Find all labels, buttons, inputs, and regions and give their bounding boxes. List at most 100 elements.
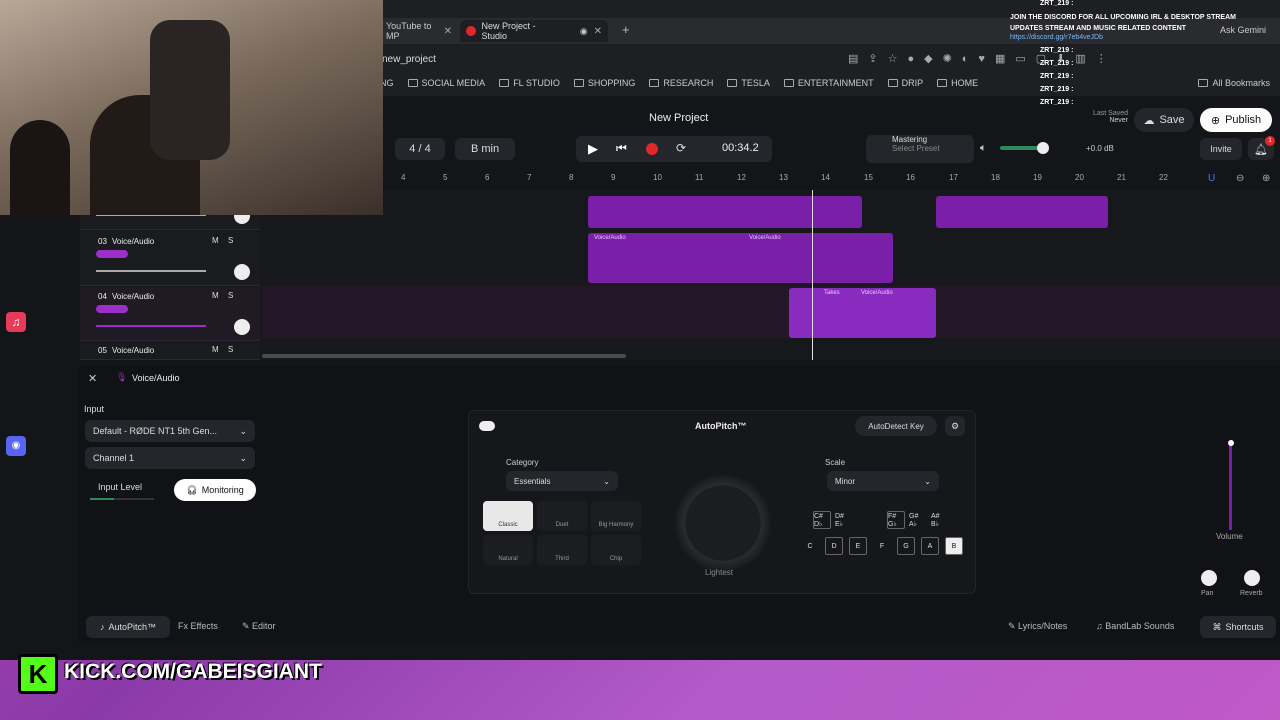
style-natural[interactable]: Natural xyxy=(483,535,533,565)
command-icon: ⌘ xyxy=(1212,621,1222,632)
key-b[interactable]: B xyxy=(945,537,963,555)
solo-button[interactable]: S xyxy=(228,236,233,245)
horizontal-scrollbar[interactable] xyxy=(262,354,626,358)
volume-fader-handle[interactable] xyxy=(1228,440,1234,446)
key-selector[interactable]: B min xyxy=(455,138,515,160)
volume-slider[interactable] xyxy=(96,325,206,327)
reverb-knob[interactable] xyxy=(1244,570,1260,586)
save-button[interactable]: ☁ Save xyxy=(1134,108,1194,132)
loop-icon[interactable]: ⟳ xyxy=(676,141,686,155)
bookmark-folder[interactable]: SHOPPING xyxy=(573,78,635,88)
volume-knob[interactable] xyxy=(1037,142,1049,154)
record-button[interactable] xyxy=(646,143,658,155)
new-tab-icon[interactable]: + xyxy=(622,22,630,37)
bandlab-sounds-button[interactable]: ♫ BandLab Sounds xyxy=(1096,621,1174,631)
track-header[interactable]: 05 Voice/Audio M S xyxy=(80,342,260,360)
fx-badge[interactable] xyxy=(96,305,128,313)
bookmark-folder[interactable]: DRIP xyxy=(887,78,923,88)
key-a-sharp[interactable]: A# B♭ xyxy=(931,511,949,529)
solo-button[interactable]: S xyxy=(228,345,233,354)
pan-knob[interactable] xyxy=(234,264,250,280)
settings-icon[interactable]: ⚙ xyxy=(945,416,965,436)
style-classic[interactable]: Classic xyxy=(483,501,533,531)
rewind-icon[interactable]: ⏮ xyxy=(616,141,627,156)
tab-youtube[interactable]: YouTube to MP ✕ xyxy=(380,20,458,42)
track-name[interactable]: Voice/Audio xyxy=(112,237,154,246)
track-header[interactable]: 03 Voice/Audio M S xyxy=(80,232,260,286)
channel-select[interactable]: Channel 1 ⌄ xyxy=(85,447,255,469)
style-duet[interactable]: Duet xyxy=(537,501,587,531)
key-a[interactable]: A xyxy=(921,537,939,555)
fx-badge[interactable] xyxy=(96,250,128,258)
shortcuts-button[interactable]: ⌘ Shortcuts xyxy=(1200,616,1276,638)
time-signature[interactable]: 4 / 4 xyxy=(395,138,445,160)
volume-slider[interactable] xyxy=(96,270,206,272)
key-f[interactable]: F xyxy=(873,537,891,555)
lyrics-notes-button[interactable]: ✎ Lyrics/Notes xyxy=(1008,621,1067,632)
audio-clip[interactable]: Voice/Audio Voice/Audio xyxy=(588,233,893,283)
tab-label: New Project - Studio xyxy=(481,21,536,41)
key-c[interactable]: C xyxy=(801,537,819,555)
pen-icon: ✎ xyxy=(1008,621,1019,631)
play-icon[interactable]: ▶ xyxy=(588,141,598,157)
audio-clip[interactable] xyxy=(936,196,1108,228)
key-f-sharp[interactable]: F# G♭ xyxy=(887,511,905,529)
scale-select[interactable]: Minor ⌄ xyxy=(827,471,939,491)
key-e[interactable]: E xyxy=(849,537,867,555)
mastering-preset: Select Preset xyxy=(892,144,940,153)
tab-autopitch[interactable]: ♪ AutoPitch™ xyxy=(86,616,170,638)
autopitch-toggle[interactable] xyxy=(479,421,495,431)
track-name[interactable]: Voice/Audio xyxy=(112,346,154,355)
category-select[interactable]: Essentials ⌄ xyxy=(506,471,618,491)
bookmark-folder[interactable]: TESLA xyxy=(727,78,770,88)
input-device-select[interactable]: Default - RØDE NT1 5th Gen... ⌄ xyxy=(85,420,255,442)
key-g[interactable]: G xyxy=(897,537,915,555)
style-big-harmony[interactable]: Big Harmony xyxy=(591,501,641,531)
key-d[interactable]: D xyxy=(825,537,843,555)
invite-button[interactable]: Invite xyxy=(1200,138,1242,160)
discord-icon[interactable]: ◉ xyxy=(6,436,26,456)
pan-knob[interactable] xyxy=(234,319,250,335)
last-saved: Last Saved Never xyxy=(1092,110,1128,124)
music-app-icon[interactable]: ♫ xyxy=(6,312,26,332)
bookmark-folder[interactable]: ENTERTAINMENT xyxy=(783,78,874,88)
close-panel-icon[interactable]: ✕ xyxy=(88,372,97,385)
transport: ▶ ⏮ ⟳ 00:34.2 xyxy=(576,136,772,162)
snap-icon[interactable]: U xyxy=(1208,173,1215,184)
zoom-in-icon[interactable]: ⊕ xyxy=(1262,173,1270,184)
tab-studio[interactable]: New Project - Studio ◉ ✕ xyxy=(460,20,608,42)
key-c-sharp[interactable]: C# D♭ xyxy=(813,511,831,529)
solo-button[interactable]: S xyxy=(228,291,233,300)
track-name[interactable]: Voice/Audio xyxy=(112,292,154,301)
publish-button[interactable]: ⊕ Publish xyxy=(1200,108,1272,132)
mastering-button[interactable]: Mastering Select Preset xyxy=(866,135,974,163)
tab-effects[interactable]: Fx Effects xyxy=(178,621,218,631)
mute-button[interactable]: M xyxy=(212,291,219,300)
url-text: new_project xyxy=(382,53,436,65)
key-g-sharp[interactable]: G# A♭ xyxy=(909,511,927,529)
playhead[interactable] xyxy=(812,190,813,360)
timeline-ruler[interactable]: 4 5 6 7 8 9 10 11 12 13 14 15 16 17 18 1… xyxy=(380,171,1280,185)
bookmark-folder[interactable]: FL STUDIO xyxy=(499,78,560,88)
close-icon[interactable]: ✕ xyxy=(444,26,452,37)
close-icon[interactable]: ✕ xyxy=(594,26,602,37)
style-third[interactable]: Third xyxy=(537,535,587,565)
bookmark-folder[interactable]: RESEARCH xyxy=(649,78,713,88)
audio-clip[interactable] xyxy=(588,196,862,228)
bookmark-folder[interactable]: SOCIAL MEDIA xyxy=(407,78,485,88)
track-header-selected[interactable]: 04 Voice/Audio M S xyxy=(80,287,260,341)
autodetect-key-button[interactable]: AutoDetect Key xyxy=(855,416,937,436)
pan-knob[interactable] xyxy=(1201,570,1217,586)
bookmark-folder[interactable]: HOME xyxy=(937,78,978,88)
speaker-icon[interactable]: 🔈︎ xyxy=(980,142,987,155)
track-number: 04 xyxy=(98,292,107,301)
style-chip[interactable]: Chip xyxy=(591,535,641,565)
mute-button[interactable]: M xyxy=(212,236,219,245)
mute-button[interactable]: M xyxy=(212,345,219,354)
volume-fader[interactable] xyxy=(1229,444,1232,530)
key-d-sharp[interactable]: D# E♭ xyxy=(835,511,853,529)
amount-knob[interactable] xyxy=(675,475,771,571)
zoom-out-icon[interactable]: ⊖ xyxy=(1236,173,1244,184)
monitoring-button[interactable]: 🎧︎ Monitoring xyxy=(174,479,256,501)
tab-editor[interactable]: ✎ Editor xyxy=(242,621,276,632)
